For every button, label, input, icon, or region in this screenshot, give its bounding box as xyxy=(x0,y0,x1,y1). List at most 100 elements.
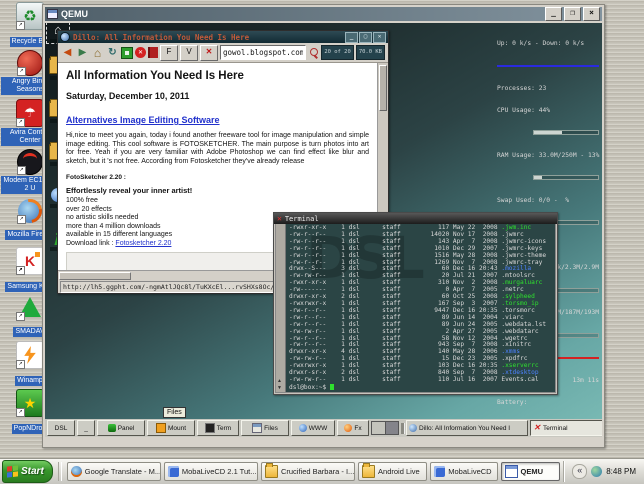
win-task-3[interactable]: Android Live xyxy=(358,462,427,481)
firefox-icon xyxy=(18,199,42,223)
terminal-prompt: dsl@box:~$ xyxy=(289,384,555,392)
kies-icon: K xyxy=(16,247,44,275)
windows-desktop: ♻ Recycle Bin Angry Birds Seasons ☂ Avir… xyxy=(0,0,644,484)
clear-url-button[interactable]: ✕ xyxy=(200,45,218,61)
win-task-2[interactable]: Crucified Barbara - I... xyxy=(261,462,355,481)
search-icon[interactable] xyxy=(308,47,319,59)
dsl-taskbar-_-button[interactable]: _ xyxy=(77,420,95,436)
fx-icon xyxy=(344,424,352,432)
reload-icon[interactable] xyxy=(106,46,119,59)
stop-icon[interactable] xyxy=(135,47,146,58)
ram-bar xyxy=(533,175,599,180)
dillo-titlebar[interactable]: Dillo: All Information You Need Is Here … xyxy=(58,31,388,43)
dillo-toolbar: F V ✕ 20 of 20 70.0 KB xyxy=(58,43,388,63)
home-icon[interactable] xyxy=(91,46,104,59)
feature-line: 100% free xyxy=(66,197,369,205)
post-title-link[interactable]: Alternatives Image Editing Software xyxy=(66,115,220,125)
dsl-taskbar-www-button[interactable]: WWW xyxy=(291,420,335,436)
windows-taskbar: Start Google Translate - M... MobaLiveCD… xyxy=(0,458,644,484)
dsl-taskbar-dsl-button[interactable]: DSL xyxy=(47,420,75,436)
qemu-window: QEMU _ ❐ × ⌂ Up: 0 k/s - Down: 0 k/s Pr xyxy=(42,4,605,448)
bookmarks-icon[interactable] xyxy=(148,47,158,58)
start-button[interactable]: Start xyxy=(2,460,53,483)
folder-icon xyxy=(362,465,375,478)
file-menu-button[interactable]: F xyxy=(160,45,178,61)
dillo-maximize-button[interactable]: ▢ xyxy=(359,32,372,43)
firefox-icon xyxy=(71,466,82,477)
network-tray-icon[interactable] xyxy=(591,466,602,477)
popndrop-icon: ★ xyxy=(16,389,44,417)
dsl-task-xterm[interactable]: ✕Terminal xyxy=(530,420,602,436)
win-task-5[interactable]: QEMU xyxy=(501,462,561,481)
cpu-bar xyxy=(533,130,599,135)
terminal-titlebar[interactable]: ✕ Terminal xyxy=(274,213,557,224)
close-button[interactable]: × xyxy=(583,7,600,21)
save-icon[interactable] xyxy=(121,47,133,59)
mount-icon xyxy=(156,423,166,433)
post-tagline: Effortlessly reveal your inner artist! xyxy=(66,186,369,195)
quicklaunch-separator xyxy=(58,462,62,481)
moba-icon xyxy=(434,466,445,477)
dillo-close-button[interactable]: ✕ xyxy=(373,32,386,43)
win-task-4[interactable]: MobaLiveCD xyxy=(430,462,497,481)
post-body: Hi,nice to meet you again, today i found… xyxy=(66,132,369,166)
files-icon xyxy=(252,423,262,433)
dsl-taskbar-fx-button[interactable]: Fx xyxy=(337,420,369,436)
dillo-icon xyxy=(60,32,70,42)
dsl-desktop: ⌂ Up: 0 k/s - Down: 0 k/s Processes: 23 … xyxy=(45,23,602,437)
post-subheading: FotoSketcher 2.20 : xyxy=(66,174,369,181)
minimize-button[interactable]: _ xyxy=(545,7,562,21)
windows-flag-icon xyxy=(7,465,18,477)
panel-icon xyxy=(108,424,116,432)
dillo-minimize-button[interactable]: _ xyxy=(345,32,358,43)
winamp-icon xyxy=(16,341,44,369)
files-tooltip: Files xyxy=(163,407,186,418)
torsmo-battery: Battery: xyxy=(497,399,599,406)
post-date: Saturday, December 10, 2011 xyxy=(66,91,369,101)
url-input[interactable] xyxy=(220,45,306,60)
tray-chevron-button[interactable]: « xyxy=(572,464,587,479)
torsmo-swap: Swap Used: 0/0 - % xyxy=(497,197,599,204)
smadav-icon xyxy=(17,294,43,320)
dsl-task-dillo[interactable]: Dillo: All Information You Need I xyxy=(406,420,528,436)
page-size: 70.0 KB xyxy=(356,45,385,60)
view-menu-button[interactable]: V xyxy=(180,45,198,61)
torsmo-separator xyxy=(497,65,599,67)
dsl-taskbar-term-button[interactable]: Term xyxy=(197,420,239,436)
terminal-scrollbar[interactable] xyxy=(276,224,286,392)
term-icon xyxy=(205,423,215,433)
dsl-taskbar-panel-button[interactable]: Panel xyxy=(97,420,145,436)
maximize-button[interactable]: ❐ xyxy=(564,7,581,21)
terminal-line: -rw-rw-r-- 1 dsl staff 110 Jul 16 2007 E… xyxy=(289,377,555,384)
torsmo-ram: RAM Usage: 33.0M/250M - 13% xyxy=(497,152,599,159)
qemu-titlebar[interactable]: QEMU _ ❐ × xyxy=(45,7,602,21)
win-task-1[interactable]: MobaLiveCD 2.1 Tut... xyxy=(164,462,258,481)
back-icon[interactable] xyxy=(61,46,74,59)
folder-icon xyxy=(265,465,278,478)
hscrollbar-thumb[interactable] xyxy=(59,272,131,280)
xterm-icon: ✕ xyxy=(533,424,541,432)
avira-icon: ☂ xyxy=(16,99,44,127)
download-link[interactable]: Fotosketcher 2.20 xyxy=(115,240,171,247)
dillo-icon xyxy=(409,424,417,432)
dsl-taskbar-files-button[interactable]: Files xyxy=(241,420,289,436)
moba-icon xyxy=(168,466,179,477)
dsl-taskbar-mount-button[interactable]: Mount xyxy=(147,420,195,436)
dsl-taskbar: DSL _ Panel Mount Term Files WWW Fx Dill… xyxy=(45,419,602,437)
qemu-title-text: QEMU xyxy=(61,9,88,19)
angrybirds-icon xyxy=(17,50,43,76)
recycle-icon: ♻ xyxy=(16,2,44,30)
desktop-icon-label: Winamp xyxy=(15,376,45,386)
desktop-pager[interactable] xyxy=(371,421,399,435)
forward-icon[interactable] xyxy=(76,46,89,59)
terminal-screen[interactable]: DSL -rwxr-xr-x 1 dsl staff 117 May 22 20… xyxy=(286,224,555,392)
scrollbar-thumb[interactable] xyxy=(379,65,387,111)
modem-icon xyxy=(17,149,43,175)
win-task-0[interactable]: Google Translate - M... xyxy=(67,462,161,481)
qemu-icon xyxy=(505,465,518,478)
terminal-title-text: Terminal xyxy=(285,215,319,223)
system-tray: « 8:48 PM xyxy=(563,461,642,482)
xterm-icon: ✕ xyxy=(277,215,282,223)
tray-clock: 8:48 PM xyxy=(606,467,636,476)
torsmo-updown: Up: 0 k/s - Down: 0 k/s xyxy=(497,40,599,47)
